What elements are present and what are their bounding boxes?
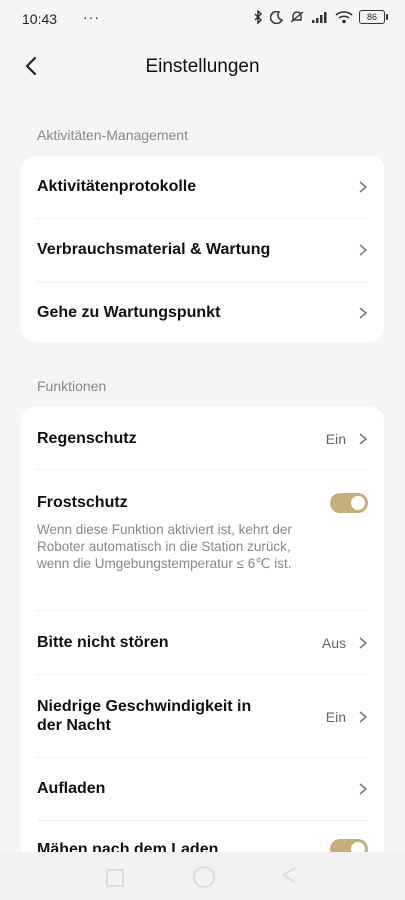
- battery-level: 86: [366, 12, 377, 22]
- wifi-icon: [335, 11, 353, 24]
- chevron-right-icon: [359, 637, 368, 649]
- status-more-dots: ···: [83, 9, 100, 25]
- section-label-activity: Aktivitäten-Management: [37, 127, 188, 143]
- frost-protection-toggle[interactable]: [330, 493, 368, 513]
- row-value: Ein: [325, 431, 346, 447]
- row-title: Regenschutz: [37, 430, 137, 447]
- section-label-functions: Funktionen: [37, 378, 107, 394]
- card-functions: Regenschutz Ein Frostschutz Wenn diese F…: [21, 407, 384, 900]
- toggle-knob: [351, 496, 365, 510]
- chevron-right-icon: [359, 433, 368, 445]
- row-description: Wenn diese Funktion aktiviert ist, kehrt…: [37, 522, 292, 571]
- chevron-right-icon: [359, 181, 368, 193]
- row-value: Ein: [325, 709, 346, 725]
- row-title: Niedrige Geschwindigkeit in der Nacht: [37, 698, 252, 734]
- status-bar: 10:43 ··· 86: [0, 0, 405, 40]
- row-low-speed-night[interactable]: Niedrige Geschwindigkeit in der Nacht Ei…: [37, 675, 368, 758]
- row-title: Verbrauchsmaterial & Wartung: [37, 241, 271, 258]
- row-do-not-disturb[interactable]: Bitte nicht stören Aus: [37, 611, 368, 675]
- chevron-right-icon: [359, 307, 368, 319]
- status-time: 10:43: [22, 11, 58, 27]
- row-title: Bitte nicht stören: [37, 634, 169, 651]
- row-frost-protection: Frostschutz Wenn diese Funktion aktivier…: [37, 470, 368, 611]
- row-title: Aktivitätenprotokolle: [37, 178, 197, 195]
- chevron-right-icon: [359, 783, 368, 795]
- recent-apps-icon[interactable]: [106, 869, 124, 887]
- muted-bell-icon: [290, 11, 304, 23]
- battery-icon: 86: [359, 10, 388, 24]
- moon-icon: [270, 10, 283, 24]
- row-go-to-maintenance-point[interactable]: Gehe zu Wartungspunkt: [37, 282, 368, 342]
- signal-icon: [312, 12, 327, 23]
- bluetooth-icon: [254, 10, 263, 24]
- page-title: Einstellungen: [145, 56, 260, 77]
- row-consumables-maintenance[interactable]: Verbrauchsmaterial & Wartung: [37, 219, 368, 282]
- row-rain-protection[interactable]: Regenschutz Ein: [37, 407, 368, 470]
- status-icons: 86: [252, 10, 388, 24]
- row-activity-log[interactable]: Aktivitätenprotokolle: [37, 156, 368, 219]
- header: Einstellungen: [0, 44, 405, 92]
- row-title: Frostschutz: [37, 494, 128, 511]
- system-nav-bar: [0, 852, 405, 900]
- row-title: Gehe zu Wartungspunkt: [37, 304, 221, 321]
- card-activity-management: Aktivitätenprotokolle Verbrauchsmaterial…: [21, 156, 384, 342]
- row-charging[interactable]: Aufladen: [37, 758, 368, 821]
- row-value: Aus: [321, 635, 346, 651]
- chevron-right-icon: [359, 244, 368, 256]
- home-icon[interactable]: [193, 866, 215, 888]
- chevron-right-icon: [359, 711, 368, 723]
- back-triangle-icon[interactable]: [280, 866, 298, 884]
- row-title: Aufladen: [37, 780, 106, 797]
